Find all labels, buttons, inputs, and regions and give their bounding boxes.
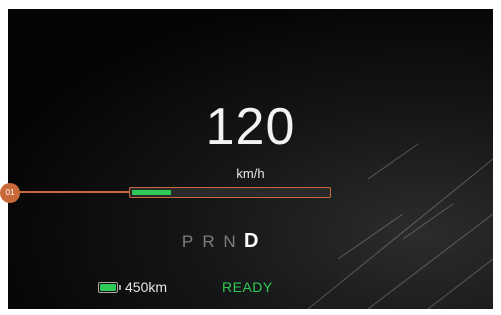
instrument-cluster: 120 km/h [8, 9, 493, 309]
status-text: READY [222, 279, 273, 295]
battery-icon [98, 282, 121, 293]
gear-n: N [223, 232, 236, 251]
power-bar [129, 187, 331, 198]
range-readout: 450km [125, 279, 168, 295]
battery-level-icon [100, 284, 116, 291]
power-bar-fill [132, 190, 171, 195]
speed-unit: km/h [236, 166, 265, 181]
gear-selector: P R N D [181, 230, 259, 253]
speed-readout: 120 [205, 98, 296, 156]
battery-cap-icon [119, 285, 121, 290]
gear-r: R [202, 232, 215, 251]
gear-d: D [244, 230, 259, 252]
gear-p: P [181, 232, 194, 251]
progress-track [15, 191, 130, 193]
road-lines-decoration [307, 143, 493, 309]
progress-marker: 01 [0, 183, 20, 203]
